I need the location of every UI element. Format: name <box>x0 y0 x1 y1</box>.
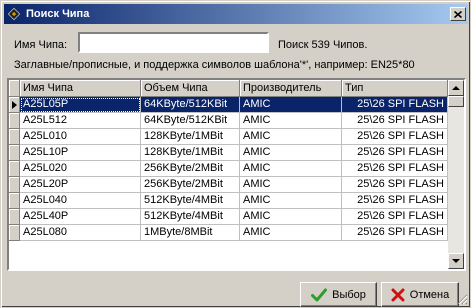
cell-type[interactable]: 25\26 SPI FLASH <box>342 177 448 193</box>
cell-chip-size[interactable]: 256KByte/2MBit <box>141 177 240 193</box>
cell-chip-name[interactable]: A25L05P <box>20 97 141 113</box>
cell-manufacturer[interactable]: AMIC <box>240 209 342 225</box>
cell-chip-name[interactable]: A25L20P <box>20 177 141 193</box>
header-chip-size[interactable]: Объем Чипа <box>141 80 240 97</box>
row-indicator <box>9 129 20 145</box>
header-indicator <box>9 80 20 97</box>
row-indicator <box>9 225 20 241</box>
cell-manufacturer[interactable]: AMIC <box>240 145 342 161</box>
chip-search-dialog: Поиск Чипа Имя Чипа: Поиск 539 Чипов. За… <box>0 0 471 308</box>
cell-chip-size[interactable]: 128KByte/1MBit <box>141 145 240 161</box>
row-indicator <box>9 97 20 113</box>
cell-chip-name[interactable]: A25L040 <box>20 193 141 209</box>
arrow-down-icon <box>452 259 460 263</box>
chip-table[interactable]: Имя Чипа Объем Чипа Производитель Тип A2… <box>7 78 466 271</box>
cancel-button[interactable]: Отмена <box>381 282 459 307</box>
cell-type[interactable]: 25\26 SPI FLASH <box>342 145 448 161</box>
close-icon <box>454 10 462 18</box>
cell-manufacturer[interactable]: AMIC <box>240 177 342 193</box>
row-indicator <box>9 161 20 177</box>
cell-type[interactable]: 25\26 SPI FLASH <box>342 129 448 145</box>
table-row[interactable]: A25L40P 512KByte/4MBit AMIC 25\26 SPI FLASH <box>9 209 448 225</box>
cell-chip-size[interactable]: 512KByte/4MBit <box>141 193 240 209</box>
table-row[interactable]: A25L10P 128KByte/1MBit AMIC 25\26 SPI FLASH <box>9 145 448 161</box>
vertical-scrollbar[interactable] <box>448 80 464 269</box>
scroll-up-button[interactable] <box>448 80 464 96</box>
cell-chip-name[interactable]: A25L40P <box>20 209 141 225</box>
cell-chip-name[interactable]: A25L010 <box>20 129 141 145</box>
cell-manufacturer[interactable]: AMIC <box>240 193 342 209</box>
arrow-up-icon <box>452 86 460 90</box>
wildcard-hint: Заглавные/прописные, и поддержка символо… <box>14 59 415 71</box>
current-row-arrow-icon <box>12 101 17 109</box>
cell-type[interactable]: 25\26 SPI FLASH <box>342 97 448 113</box>
table-row[interactable]: A25L20P 256KByte/2MBit AMIC 25\26 SPI FLASH <box>9 177 448 193</box>
header-type[interactable]: Тип <box>342 80 448 97</box>
cell-type[interactable]: 25\26 SPI FLASH <box>342 225 448 241</box>
cell-chip-name[interactable]: A25L10P <box>20 145 141 161</box>
header-manufacturer[interactable]: Производитель <box>240 80 342 97</box>
cell-type[interactable]: 25\26 SPI FLASH <box>342 161 448 177</box>
cell-chip-size[interactable]: 1MByte/8MBit <box>141 225 240 241</box>
select-button[interactable]: Выбор <box>300 282 377 307</box>
cell-type[interactable]: 25\26 SPI FLASH <box>342 193 448 209</box>
table-row[interactable]: A25L512 64KByte/512KBit AMIC 25\26 SPI FLAS… <box>9 113 448 129</box>
cross-icon <box>391 288 405 301</box>
chip-icon <box>6 6 22 22</box>
scroll-thumb[interactable] <box>448 96 464 107</box>
checkmark-icon <box>311 288 328 301</box>
row-indicator <box>9 113 20 129</box>
close-button[interactable] <box>450 7 466 21</box>
title-bar[interactable]: Поиск Чипа <box>4 4 468 24</box>
window-title: Поиск Чипа <box>26 8 90 20</box>
cell-chip-size[interactable]: 64KByte/512KBit <box>141 113 240 129</box>
cell-chip-size[interactable]: 128KByte/1MBit <box>141 129 240 145</box>
cell-chip-name[interactable]: A25L020 <box>20 161 141 177</box>
row-indicator <box>9 177 20 193</box>
row-indicator <box>9 209 20 225</box>
resize-grip-icon[interactable] <box>457 294 468 305</box>
scroll-down-button[interactable] <box>448 253 464 269</box>
select-button-label: Выбор <box>332 288 366 301</box>
cell-chip-size[interactable]: 256KByte/2MBit <box>141 161 240 177</box>
found-count-text: Поиск 539 Чипов. <box>278 39 368 51</box>
cell-type[interactable]: 25\26 SPI FLASH <box>342 113 448 129</box>
cell-chip-name[interactable]: A25L512 <box>20 113 141 129</box>
cell-chip-size[interactable]: 512KByte/4MBit <box>141 209 240 225</box>
chip-name-input[interactable] <box>78 32 269 53</box>
table-row[interactable]: A25L040 512KByte/4MBit AMIC 25\26 SPI FLASH <box>9 193 448 209</box>
cell-chip-name[interactable]: A25L080 <box>20 225 141 241</box>
cell-manufacturer[interactable]: AMIC <box>240 97 342 113</box>
chip-name-label: Имя Чипа: <box>14 39 68 51</box>
cell-type[interactable]: 25\26 SPI FLASH <box>342 209 448 225</box>
cell-manufacturer[interactable]: AMIC <box>240 225 342 241</box>
cancel-button-label: Отмена <box>409 288 450 301</box>
row-indicator <box>9 193 20 209</box>
table-row[interactable]: A25L010 128KByte/1MBit AMIC 25\26 SPI FLASH <box>9 129 448 145</box>
cell-manufacturer[interactable]: AMIC <box>240 113 342 129</box>
cell-manufacturer[interactable]: AMIC <box>240 129 342 145</box>
cell-manufacturer[interactable]: AMIC <box>240 161 342 177</box>
table-row[interactable]: A25L020 256KByte/2MBit AMIC 25\26 SPI FLASH <box>9 161 448 177</box>
cell-chip-size[interactable]: 64KByte/512KBit <box>141 97 240 113</box>
table-header: Имя Чипа Объем Чипа Производитель Тип <box>9 80 448 97</box>
table-row[interactable]: A25L05P 64KByte/512KBit AMIC 25\26 SPI FLAS… <box>9 97 448 113</box>
table-row[interactable]: A25L080 1MByte/8MBit AMIC 25\26 SPI FLASH <box>9 225 448 241</box>
header-chip-name[interactable]: Имя Чипа <box>20 80 141 97</box>
row-indicator <box>9 145 20 161</box>
